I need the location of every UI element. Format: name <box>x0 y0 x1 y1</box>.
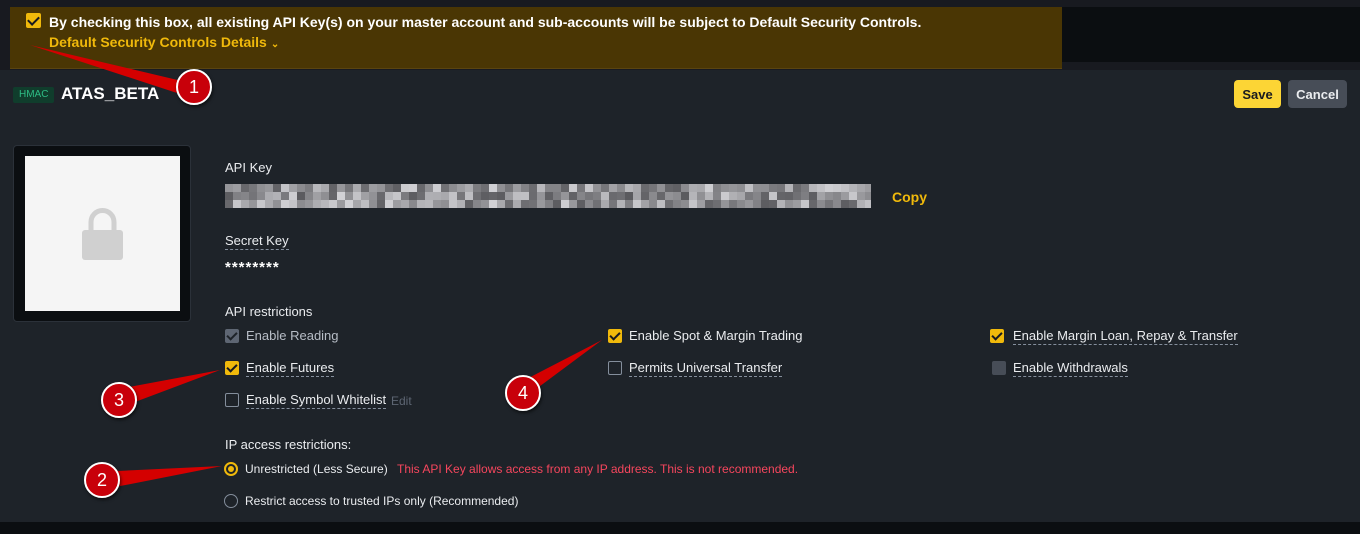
enable-futures-label[interactable]: Enable Futures <box>246 360 335 377</box>
symbol-whitelist-checkbox[interactable] <box>225 393 239 407</box>
enable-withdrawals-checkbox <box>992 361 1006 375</box>
unrestricted-radio[interactable] <box>224 462 238 476</box>
key-type-badge: HMAC <box>13 87 55 103</box>
security-controls-checkbox[interactable] <box>26 13 41 28</box>
bottom-background <box>0 522 1360 534</box>
api-key-panel: HMAC ATAS_BETA Save Cancel API Key Copy … <box>0 70 1360 522</box>
secret-key-label: Secret Key <box>225 233 289 250</box>
enable-withdrawals-label[interactable]: Enable Withdrawals <box>1013 360 1128 377</box>
restricted-ips-label[interactable]: Restrict access to trusted IPs only (Rec… <box>245 494 518 508</box>
annotation-badge-4: 4 <box>505 375 541 411</box>
universal-transfer-checkbox[interactable] <box>608 361 622 375</box>
api-restrictions-title: API restrictions <box>225 304 313 319</box>
enable-spot-margin-label[interactable]: Enable Spot & Margin Trading <box>629 328 802 343</box>
enable-spot-margin-checkbox[interactable] <box>608 329 622 343</box>
unrestricted-warning: This API Key allows access from any IP a… <box>397 462 799 476</box>
ip-restrictions-title: IP access restrictions: <box>225 437 352 452</box>
enable-reading-checkbox <box>225 329 239 343</box>
security-controls-banner: By checking this box, all existing API K… <box>10 7 1062 69</box>
chevron-down-icon: ⌄ <box>270 39 280 50</box>
api-key-edit-page: By checking this box, all existing API K… <box>0 0 1360 534</box>
enable-margin-loan-checkbox[interactable] <box>990 329 1004 343</box>
qr-code-frame <box>13 145 191 322</box>
unrestricted-label[interactable]: Unrestricted (Less Secure) <box>245 462 388 476</box>
enable-reading-label: Enable Reading <box>246 328 339 343</box>
annotation-badge-2: 2 <box>84 462 120 498</box>
symbol-whitelist-edit-link[interactable]: Edit <box>391 394 412 408</box>
universal-transfer-label[interactable]: Permits Universal Transfer <box>629 360 783 377</box>
restricted-ips-radio[interactable] <box>224 494 238 508</box>
security-controls-details-link[interactable]: Default Security Controls Details ⌄ <box>49 34 279 50</box>
api-key-value-masked <box>225 184 871 208</box>
cancel-button[interactable]: Cancel <box>1288 80 1347 108</box>
lock-icon <box>82 208 123 260</box>
banner-message: By checking this box, all existing API K… <box>49 14 922 30</box>
annotation-badge-3: 3 <box>101 382 137 418</box>
copy-button[interactable]: Copy <box>892 189 927 205</box>
symbol-whitelist-label[interactable]: Enable Symbol Whitelist <box>246 392 387 409</box>
enable-futures-checkbox[interactable] <box>225 361 239 375</box>
secret-key-value: ******** <box>225 259 280 276</box>
api-key-name: ATAS_BETA <box>61 84 160 103</box>
details-link-label: Default Security Controls Details <box>49 34 267 50</box>
qr-code-placeholder <box>25 156 180 311</box>
api-key-label: API Key <box>225 160 272 175</box>
enable-margin-loan-label[interactable]: Enable Margin Loan, Repay & Transfer <box>1013 328 1238 345</box>
save-button[interactable]: Save <box>1234 80 1281 108</box>
annotation-badge-1: 1 <box>176 69 212 105</box>
top-right-background <box>1062 7 1360 62</box>
